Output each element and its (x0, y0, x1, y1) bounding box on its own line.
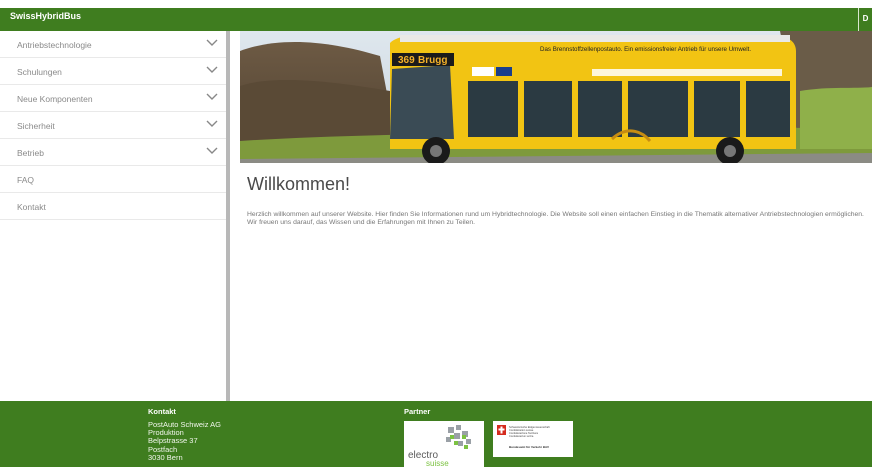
logo-text: Confederaziun svizra (509, 434, 534, 438)
sidebar-item-sicherheit[interactable]: Sicherheit (0, 112, 226, 139)
chevron-down-icon[interactable] (206, 39, 218, 47)
chevron-down-icon[interactable] (206, 147, 218, 155)
sidebar-item-label: Betrieb (17, 148, 44, 158)
svg-text:Das Brennstoffzellenpostauto.: Das Brennstoffzellenpostauto. Ein emissi… (540, 46, 751, 53)
sidebar-item-kontakt[interactable]: Kontakt (0, 193, 226, 220)
sidebar-item-label: FAQ (17, 175, 35, 185)
footer-contact-title: Kontakt (148, 407, 176, 416)
site-brand[interactable]: SwissHybridBus (10, 11, 81, 21)
top-bar: SwissHybridBus D (0, 8, 872, 31)
sidebar-item-label: Neue Komponenten (17, 94, 93, 104)
footer-partner-title: Partner (404, 407, 431, 416)
sidebar-item-label: Sicherheit (17, 121, 55, 131)
bav-confederation-logo[interactable]: Schweizerische Eidgenossenschaft Confédé… (493, 421, 573, 457)
sidebar-item-neue-komponenten[interactable]: Neue Komponenten (0, 85, 226, 112)
sidebar-item-betrieb[interactable]: Betrieb (0, 139, 226, 166)
svg-text:369: 369 (398, 55, 415, 66)
chevron-down-icon[interactable] (206, 93, 218, 101)
page-title: Willkommen! (247, 174, 351, 194)
main-content: 369 Brugg Das Brennstoffzellenpostauto. … (240, 31, 872, 401)
sidebar-item-label: Schulungen (17, 67, 62, 77)
hero-bus-image: 369 Brugg Das Brennstoffzellenpostauto. … (240, 31, 872, 163)
logo-text: Bundesamt für Verkehr BAV (509, 445, 549, 449)
logo-text: suisse (426, 459, 449, 467)
sidebar-item-label: Kontakt (17, 202, 46, 212)
sidebar-item-schulungen[interactable]: Schulungen (0, 58, 226, 85)
sidebar-item-faq[interactable]: FAQ (0, 166, 226, 193)
footer-contact-address: PostAuto Schweiz AG Produktion Belpstras… (148, 420, 221, 462)
sidebar-item-label: Antriebstechnologie (17, 40, 92, 50)
chevron-down-icon[interactable] (206, 66, 218, 74)
top-right-button[interactable]: D (858, 8, 872, 31)
contact-line: 3030 Bern (148, 452, 183, 462)
intro-text: Herzlich willkommen auf unserer Website.… (247, 211, 864, 226)
electrosuisse-logo[interactable]: electro suisse (404, 421, 484, 467)
svg-text:Brugg: Brugg (418, 55, 447, 66)
chevron-down-icon[interactable] (206, 120, 218, 128)
sidebar-item-antriebstechnologie[interactable]: Antriebstechnologie (0, 31, 226, 58)
footer: Kontakt PostAuto Schweiz AG Produktion B… (0, 401, 872, 467)
sidebar-nav: Antriebstechnologie Schulungen Neue Komp… (0, 31, 230, 401)
